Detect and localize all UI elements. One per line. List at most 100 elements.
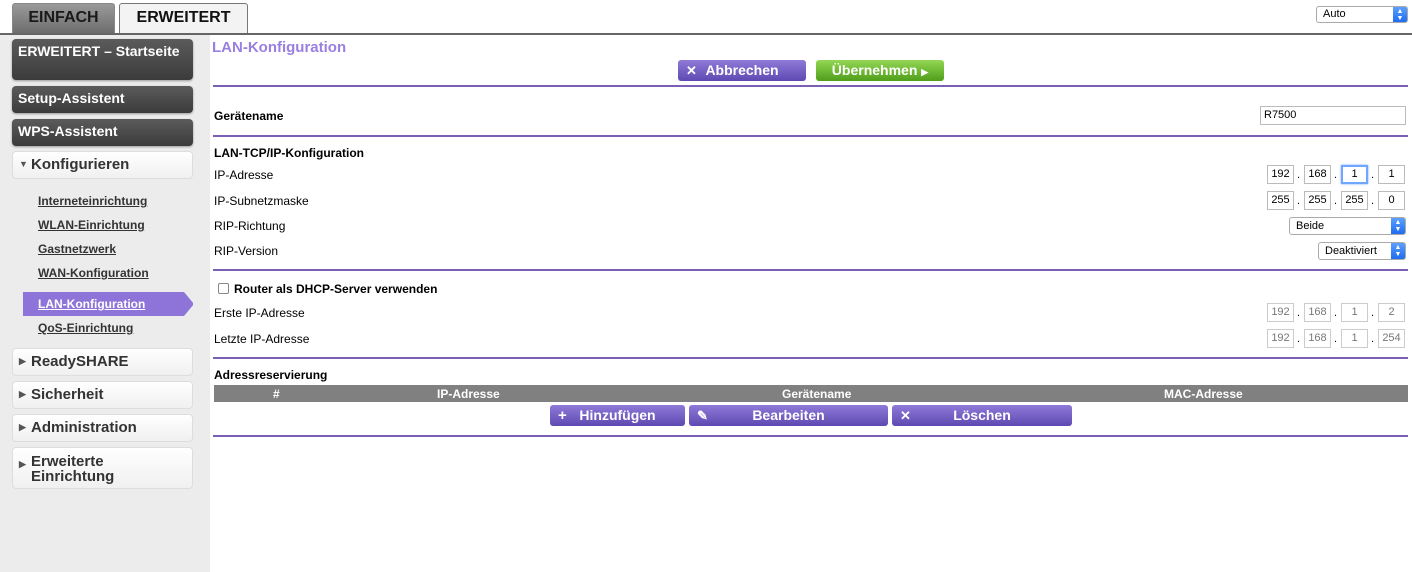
sidebar-item-advanced-setup[interactable]: ▶ Erweiterte Einrichtung bbox=[12, 447, 193, 489]
dot-separator: . bbox=[1371, 307, 1375, 319]
subnet-octet-4[interactable]: 0 bbox=[1378, 191, 1405, 210]
triangle-right-icon: ▶ bbox=[19, 356, 26, 366]
dhcp-label: Router als DHCP-Server verwenden bbox=[234, 282, 438, 296]
first-ip-label: Erste IP-Adresse bbox=[214, 306, 305, 320]
lan-tcpip-header: LAN-TCP/IP-Konfiguration bbox=[214, 146, 364, 160]
add-button[interactable]: + Hinzufügen bbox=[550, 405, 685, 426]
rip-direction-label: RIP-Richtung bbox=[214, 219, 286, 233]
divider bbox=[213, 435, 1408, 437]
sidebar-item-advanced-home[interactable]: ERWEITERT – Startseite bbox=[12, 39, 193, 80]
submenu-internet-setup[interactable]: Interneteinrichtung bbox=[38, 194, 147, 208]
divider bbox=[213, 269, 1408, 271]
first-ip-octet-1[interactable]: 192 bbox=[1267, 303, 1294, 322]
close-icon: ✕ bbox=[900, 408, 911, 423]
dot-separator: . bbox=[1297, 333, 1301, 345]
delete-button[interactable]: ✕ Löschen bbox=[892, 405, 1072, 426]
rip-version-value: Deaktiviert bbox=[1325, 245, 1377, 257]
tab-basic[interactable]: EINFACH bbox=[12, 3, 115, 33]
col-device-name: Gerätename bbox=[782, 387, 852, 401]
sidebar-item-label: ReadySHARE bbox=[31, 353, 129, 370]
active-pointer bbox=[184, 292, 194, 316]
dot-separator: . bbox=[1371, 195, 1375, 207]
subnet-octet-1[interactable]: 255 bbox=[1267, 191, 1294, 210]
submenu-wlan-setup[interactable]: WLAN-Einrichtung bbox=[38, 218, 145, 232]
ip-octet-2[interactable]: 168 bbox=[1304, 165, 1331, 184]
submenu-wan-config[interactable]: WAN-Konfiguration bbox=[38, 266, 149, 280]
last-ip-octet-4[interactable]: 254 bbox=[1378, 329, 1405, 348]
dot-separator: . bbox=[1334, 307, 1338, 319]
sidebar-item-configure[interactable]: ▼ Konfigurieren bbox=[12, 151, 193, 179]
dhcp-checkbox[interactable] bbox=[218, 283, 229, 294]
triangle-down-icon: ▼ bbox=[19, 159, 28, 169]
top-bar: EINFACH ERWEITERT Auto ▲ ▼ bbox=[0, 0, 1412, 33]
plus-icon: + bbox=[558, 407, 567, 424]
language-select-value: Auto bbox=[1323, 8, 1346, 20]
divider bbox=[213, 85, 1408, 87]
sidebar-item-label: Erweiterte Einrichtung bbox=[31, 453, 115, 485]
rip-direction-select[interactable]: Beide ▲ ▼ bbox=[1289, 217, 1406, 235]
sidebar-item-wps-wizard[interactable]: WPS-Assistent bbox=[12, 119, 193, 146]
first-ip-octet-4[interactable]: 2 bbox=[1378, 303, 1405, 322]
sidebar-item-label: Sicherheit bbox=[31, 386, 104, 403]
sidebar-item-security[interactable]: ▶ Sicherheit bbox=[12, 381, 193, 409]
first-ip-octet-2[interactable]: 168 bbox=[1304, 303, 1331, 322]
dot-separator: . bbox=[1371, 169, 1375, 181]
device-name-label: Gerätename bbox=[214, 109, 284, 123]
chevron-updown-icon: ▲ ▼ bbox=[1391, 218, 1405, 234]
triangle-right-icon: ▶ bbox=[19, 389, 26, 399]
page-title: LAN-Konfiguration bbox=[212, 39, 347, 56]
submenu-guest-network[interactable]: Gastnetzwerk bbox=[38, 242, 116, 256]
ip-octet-3[interactable]: 1 bbox=[1341, 165, 1368, 184]
last-ip-octet-1[interactable]: 192 bbox=[1267, 329, 1294, 348]
sidebar-item-setup-wizard[interactable]: Setup-Assistent bbox=[12, 86, 193, 113]
rip-version-label: RIP-Version bbox=[214, 244, 279, 258]
col-number: # bbox=[273, 387, 280, 401]
language-select[interactable]: Auto ▲ ▼ bbox=[1316, 6, 1408, 23]
tab-advanced[interactable]: ERWEITERT bbox=[119, 3, 248, 33]
sidebar-item-readyshare[interactable]: ▶ ReadySHARE bbox=[12, 348, 193, 376]
first-ip-octet-3[interactable]: 1 bbox=[1341, 303, 1368, 322]
sidebar: ERWEITERT – Startseite Setup-Assistent W… bbox=[0, 33, 210, 572]
apply-button[interactable]: Übernehmen ▶ bbox=[816, 60, 944, 81]
submenu-lan-config[interactable]: LAN-Konfiguration bbox=[23, 292, 194, 316]
dot-separator: . bbox=[1371, 333, 1375, 345]
last-ip-octet-3[interactable]: 1 bbox=[1341, 329, 1368, 348]
col-ip-address: IP-Adresse bbox=[437, 387, 500, 401]
last-ip-octet-2[interactable]: 168 bbox=[1304, 329, 1331, 348]
reservation-table-header: # IP-Adresse Gerätename MAC-Adresse bbox=[214, 385, 1408, 402]
triangle-right-icon: ▶ bbox=[19, 459, 26, 469]
close-icon: ✕ bbox=[686, 63, 697, 78]
reservation-header: Adressreservierung bbox=[214, 368, 328, 382]
subnet-octet-3[interactable]: 255 bbox=[1341, 191, 1368, 210]
play-icon: ▶ bbox=[921, 67, 929, 77]
chevron-updown-icon: ▲ ▼ bbox=[1393, 7, 1407, 22]
dot-separator: . bbox=[1297, 169, 1301, 181]
cancel-button-label: Abbrechen bbox=[705, 62, 779, 78]
divider bbox=[213, 357, 1408, 359]
dot-separator: . bbox=[1297, 195, 1301, 207]
sidebar-item-administration[interactable]: ▶ Administration bbox=[12, 414, 193, 442]
dot-separator: . bbox=[1334, 169, 1338, 181]
apply-button-label: Übernehmen bbox=[831, 62, 918, 78]
col-mac-address: MAC-Adresse bbox=[1164, 387, 1243, 401]
last-ip-label: Letzte IP-Adresse bbox=[214, 332, 310, 346]
sidebar-item-label: Administration bbox=[31, 419, 137, 436]
edit-button[interactable]: ✎ Bearbeiten bbox=[689, 405, 888, 426]
rip-direction-value: Beide bbox=[1296, 220, 1325, 232]
ip-octet-1[interactable]: 192 bbox=[1267, 165, 1294, 184]
ip-address-label: IP-Adresse bbox=[214, 168, 274, 182]
subnet-octet-2[interactable]: 255 bbox=[1304, 191, 1331, 210]
subnet-mask-label: IP-Subnetzmaske bbox=[214, 194, 309, 208]
rip-version-select[interactable]: Deaktiviert ▲ ▼ bbox=[1318, 242, 1406, 260]
edit-button-label: Bearbeiten bbox=[752, 407, 825, 423]
dot-separator: . bbox=[1334, 333, 1338, 345]
device-name-input[interactable]: R7500 bbox=[1260, 106, 1406, 125]
dot-separator: . bbox=[1334, 195, 1338, 207]
cancel-button[interactable]: ✕ Abbrechen bbox=[678, 60, 806, 81]
main-panel: LAN-Konfiguration ✕ Abbrechen Übernehmen … bbox=[210, 33, 1412, 572]
dot-separator: . bbox=[1297, 307, 1301, 319]
pencil-icon: ✎ bbox=[697, 408, 708, 423]
add-button-label: Hinzufügen bbox=[579, 407, 656, 423]
submenu-qos-setup[interactable]: QoS-Einrichtung bbox=[38, 321, 133, 335]
ip-octet-4[interactable]: 1 bbox=[1378, 165, 1405, 184]
